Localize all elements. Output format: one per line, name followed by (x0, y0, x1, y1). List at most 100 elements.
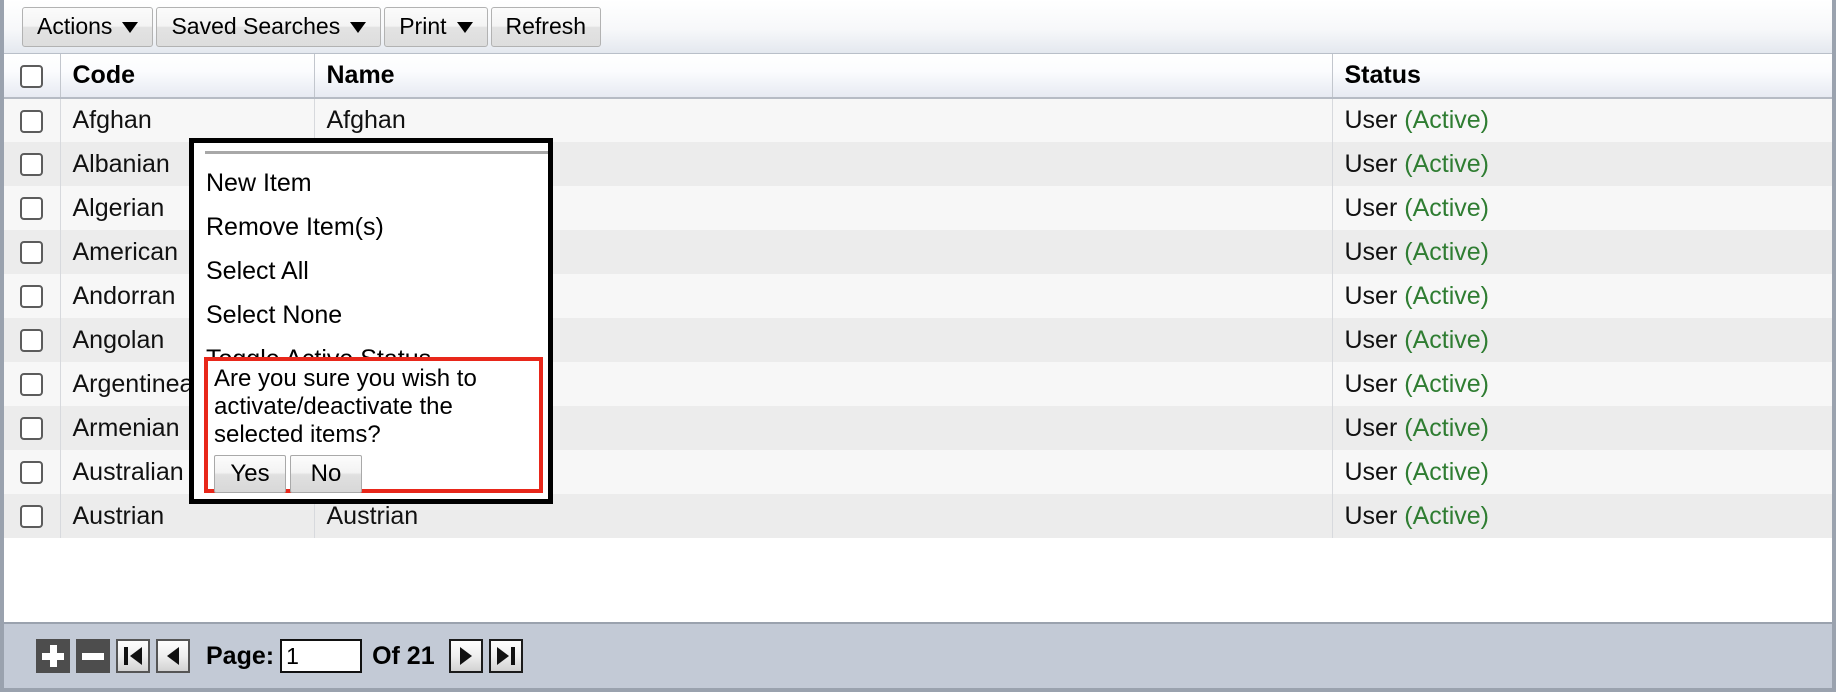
column-header-status[interactable]: Status (1332, 54, 1832, 99)
confirm-yes-button[interactable]: Yes (214, 455, 286, 493)
select-all-header[interactable] (4, 54, 61, 99)
cell-status: User (Active) (1332, 362, 1832, 406)
saved-searches-button-label: Saved Searches (171, 13, 341, 39)
row-checkbox-cell[interactable] (4, 450, 61, 494)
add-row-button[interactable] (36, 639, 70, 673)
row-checkbox[interactable] (20, 241, 44, 265)
chevron-down-icon (350, 22, 367, 33)
row-checkbox[interactable] (20, 109, 44, 133)
status-badge: (Active) (1404, 369, 1489, 398)
table-row[interactable]: Afghan Afghan User (Active) (4, 98, 1832, 142)
top-toolbar: Actions Saved Searches Print Refresh (4, 0, 1832, 54)
header-row: Code Name Status (4, 54, 1832, 99)
cell-name: Afghan (314, 98, 1333, 142)
chevron-down-icon (122, 22, 139, 33)
row-checkbox[interactable] (20, 285, 44, 309)
previous-page-icon (167, 647, 179, 665)
actions-menu-list: New Item Remove Item(s) Select All Select N… (194, 161, 548, 381)
row-checkbox[interactable] (20, 329, 44, 353)
page-label: Page: (206, 641, 275, 670)
status-type: User (1344, 149, 1398, 178)
last-page-icon (510, 647, 515, 665)
column-header-name[interactable]: Name (314, 54, 1333, 99)
cell-status: User (Active) (1332, 406, 1832, 450)
status-type: User (1344, 501, 1398, 530)
status-badge: (Active) (1404, 193, 1489, 222)
cell-status: User (Active) (1332, 318, 1832, 362)
status-type: User (1344, 325, 1398, 354)
actions-dropdown-menu: New Item Remove Item(s) Select All Select N… (189, 138, 553, 504)
row-checkbox[interactable] (20, 197, 44, 221)
menu-grip-handle (205, 151, 548, 154)
actions-button-label: Actions (37, 13, 113, 39)
previous-page-button[interactable] (156, 639, 190, 673)
total-pages-label: Of 21 (372, 641, 435, 670)
confirmation-dialog: Are you sure you wish to activate/deacti… (204, 357, 543, 493)
chevron-down-icon (456, 22, 473, 33)
row-checkbox[interactable] (20, 373, 44, 397)
row-checkbox-cell[interactable] (4, 142, 61, 186)
status-badge: (Active) (1404, 106, 1489, 134)
first-page-icon (124, 647, 128, 665)
menu-item-remove-item-s[interactable]: Remove Item(s) (194, 205, 548, 249)
row-checkbox[interactable] (20, 417, 44, 441)
status-badge: (Active) (1404, 457, 1489, 486)
last-page-icon (496, 647, 509, 665)
last-page-button[interactable] (488, 639, 523, 673)
confirm-no-button[interactable]: No (290, 455, 362, 493)
row-checkbox[interactable] (20, 461, 44, 485)
cell-status: User (Active) (1332, 142, 1832, 186)
menu-item-new-item[interactable]: New Item (194, 161, 548, 205)
row-checkbox-cell[interactable] (4, 406, 61, 450)
status-badge: (Active) (1404, 501, 1489, 530)
print-button-label: Print (399, 13, 447, 39)
status-badge: (Active) (1404, 281, 1489, 310)
pagination-toolbar: Page: Of 21 (4, 622, 1832, 688)
row-checkbox-cell[interactable] (4, 494, 61, 538)
status-type: User (1344, 413, 1398, 442)
row-checkbox-cell[interactable] (4, 274, 61, 318)
cell-status: User (Active) (1332, 274, 1832, 318)
plus-icon (49, 645, 57, 667)
row-checkbox-cell[interactable] (4, 230, 61, 274)
row-checkbox[interactable] (20, 153, 44, 177)
row-checkbox-cell[interactable] (4, 362, 61, 406)
first-page-icon (130, 647, 142, 665)
refresh-button-label: Refresh (505, 13, 587, 39)
grid-header: Code Name Status (4, 54, 1832, 99)
status-badge: (Active) (1404, 237, 1489, 266)
row-checkbox-cell[interactable] (4, 98, 61, 142)
first-page-button[interactable] (116, 639, 150, 673)
print-button[interactable]: Print (384, 6, 488, 47)
cell-status: User (Active) (1332, 494, 1832, 538)
page-number-input[interactable] (280, 639, 363, 673)
status-badge: (Active) (1404, 149, 1489, 178)
next-page-icon (459, 647, 472, 665)
menu-item-select-none[interactable]: Select None (194, 293, 548, 337)
status-type: User (1344, 369, 1398, 398)
menu-item-select-all[interactable]: Select All (194, 249, 548, 293)
status-badge: (Active) (1404, 413, 1489, 442)
application-window: Actions Saved Searches Print Refresh Cod… (0, 0, 1836, 692)
cell-status: User (Active) (1332, 230, 1832, 274)
cell-status: User (Active) (1332, 450, 1832, 494)
actions-button[interactable]: Actions (22, 6, 154, 47)
next-page-button[interactable] (448, 639, 483, 673)
confirmation-buttons: Yes No (214, 455, 539, 493)
status-type: User (1344, 237, 1398, 266)
row-checkbox[interactable] (20, 505, 44, 529)
cell-status: User (Active) (1332, 98, 1832, 142)
status-type: User (1344, 281, 1398, 310)
minus-icon (82, 652, 104, 660)
saved-searches-button[interactable]: Saved Searches (156, 6, 382, 47)
row-checkbox-cell[interactable] (4, 186, 61, 230)
column-header-code[interactable]: Code (60, 54, 315, 99)
remove-row-button[interactable] (76, 639, 110, 673)
refresh-button[interactable]: Refresh (490, 6, 602, 47)
select-all-checkbox[interactable] (20, 64, 44, 88)
cell-code: Afghan (60, 98, 315, 142)
row-checkbox-cell[interactable] (4, 318, 61, 362)
status-type: User (1344, 193, 1398, 222)
status-badge: (Active) (1404, 325, 1489, 354)
status-type: User (1344, 457, 1398, 486)
